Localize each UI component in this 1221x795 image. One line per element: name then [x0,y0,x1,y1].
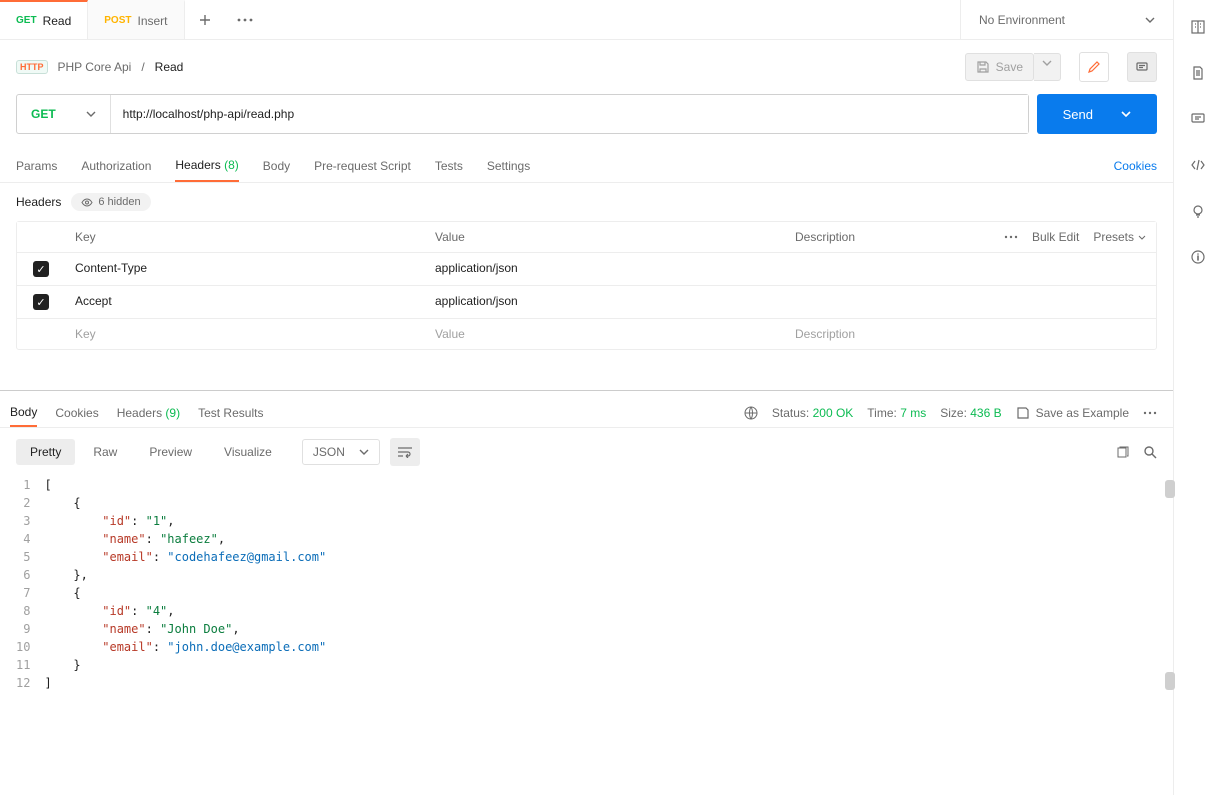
table-row: ✓ Accept application/json [17,286,1156,319]
size-label: Size: 436 B [940,406,1001,420]
tab-tests[interactable]: Tests [435,151,463,181]
row-checkbox[interactable]: ✓ [33,261,49,277]
environment-selector[interactable]: No Environment [960,0,1173,39]
send-label: Send [1063,107,1093,122]
header-key[interactable]: Content-Type [65,253,425,285]
response-more-icon[interactable] [1143,411,1157,415]
comment-icon [1135,60,1149,74]
view-visualize[interactable]: Visualize [210,439,286,465]
header-value[interactable]: application/json [425,286,785,318]
chevron-down-icon [1121,111,1131,117]
headers-title: Headers [16,195,61,209]
save-button[interactable]: Save [965,53,1034,81]
save-label: Save [996,60,1023,74]
globe-icon[interactable] [744,406,758,420]
response-tab-headers[interactable]: Headers (9) [117,400,180,426]
more-icon[interactable] [1004,235,1018,239]
chevron-down-icon [1145,17,1155,23]
tab-read[interactable]: GET Read [0,0,88,39]
tab-authorization[interactable]: Authorization [81,151,151,181]
request-tabs: GET Read POST Insert No Environment [0,0,1173,40]
lightbulb-icon[interactable] [1189,202,1207,220]
search-button[interactable] [1143,445,1157,459]
method-value: GET [31,107,56,121]
tab-settings[interactable]: Settings [487,151,530,181]
bulk-edit-link[interactable]: Bulk Edit [1032,230,1079,244]
document-icon[interactable] [1189,64,1207,82]
time-label: Time: 7 ms [867,406,926,420]
tab-label: Insert [137,14,167,28]
tabs-more-button[interactable] [225,0,265,39]
tab-prerequest[interactable]: Pre-request Script [314,151,411,181]
url-input[interactable] [111,95,1028,133]
header-desc-input[interactable]: Description [785,319,1156,349]
tab-label: Read [43,14,72,28]
new-tab-button[interactable] [185,0,225,39]
copy-button[interactable] [1115,445,1129,459]
hidden-headers-toggle[interactable]: 6 hidden [71,193,150,211]
environment-label: No Environment [979,13,1065,27]
edit-button[interactable] [1079,52,1109,82]
col-value: Value [425,222,785,252]
response-tab-body[interactable]: Body [10,399,37,427]
scrollbar-thumb[interactable] [1165,480,1175,498]
comments-button[interactable] [1127,52,1157,82]
header-value[interactable]: application/json [425,253,785,285]
scrollbar-thumb[interactable] [1165,672,1175,690]
cookies-link[interactable]: Cookies [1114,151,1157,181]
wrap-lines-button[interactable] [390,438,420,466]
response-tab-tests[interactable]: Test Results [198,400,263,426]
method-badge: POST [104,15,131,26]
response-tab-cookies[interactable]: Cookies [55,400,98,426]
save-as-example-button[interactable]: Save as Example [1016,406,1129,420]
col-key: Key [65,222,425,252]
table-row: ✓ Content-Type application/json [17,253,1156,286]
save-dropdown[interactable] [1034,53,1061,81]
breadcrumb-collection[interactable]: PHP Core Api [58,60,132,74]
table-header-row: Key Value Description Bulk Edit Presets [17,222,1156,253]
status-label: Status: 200 OK [772,406,853,420]
copy-icon [1115,445,1129,459]
search-icon [1143,445,1157,459]
eye-icon [81,198,93,207]
header-desc[interactable] [785,253,1156,285]
send-button[interactable]: Send [1037,94,1157,134]
view-raw[interactable]: Raw [79,439,131,465]
code-icon[interactable] [1189,156,1207,174]
comments-panel-icon[interactable] [1189,110,1207,128]
table-row-empty: Key Value Description [17,319,1156,349]
tab-headers[interactable]: Headers (8) [175,150,238,182]
documentation-icon[interactable] [1189,18,1207,36]
chevron-down-icon [1042,60,1052,66]
tab-params[interactable]: Params [16,151,57,181]
right-rail [1173,0,1221,795]
info-icon[interactable] [1189,248,1207,266]
chevron-down-icon [86,111,96,117]
wrap-icon [397,446,413,458]
tab-insert[interactable]: POST Insert [88,0,184,39]
format-selector[interactable]: JSON [302,439,380,465]
save-icon [1016,406,1030,420]
breadcrumb-separator: / [141,60,144,74]
method-badge: GET [16,15,37,26]
header-key-input[interactable]: Key [65,319,425,349]
chevron-down-icon [1138,235,1146,240]
pencil-icon [1087,60,1101,74]
save-icon [976,60,990,74]
header-value-input[interactable]: Value [425,319,785,349]
breadcrumb-request: Read [155,60,184,74]
header-key[interactable]: Accept [65,286,425,318]
response-body-viewer[interactable]: 123456789101112 [ { "id": "1", "name": "… [0,476,1173,692]
tab-body[interactable]: Body [263,151,290,181]
headers-table: Key Value Description Bulk Edit Presets … [16,221,1157,350]
view-preview[interactable]: Preview [135,439,206,465]
method-selector[interactable]: GET [17,95,111,133]
header-desc[interactable] [785,286,1156,318]
chevron-down-icon [359,449,369,455]
presets-dropdown[interactable]: Presets [1093,230,1146,244]
row-checkbox[interactable]: ✓ [33,294,49,310]
view-pretty[interactable]: Pretty [16,439,75,465]
col-description: Description [785,222,971,252]
http-badge-icon: HTTP [16,60,48,74]
